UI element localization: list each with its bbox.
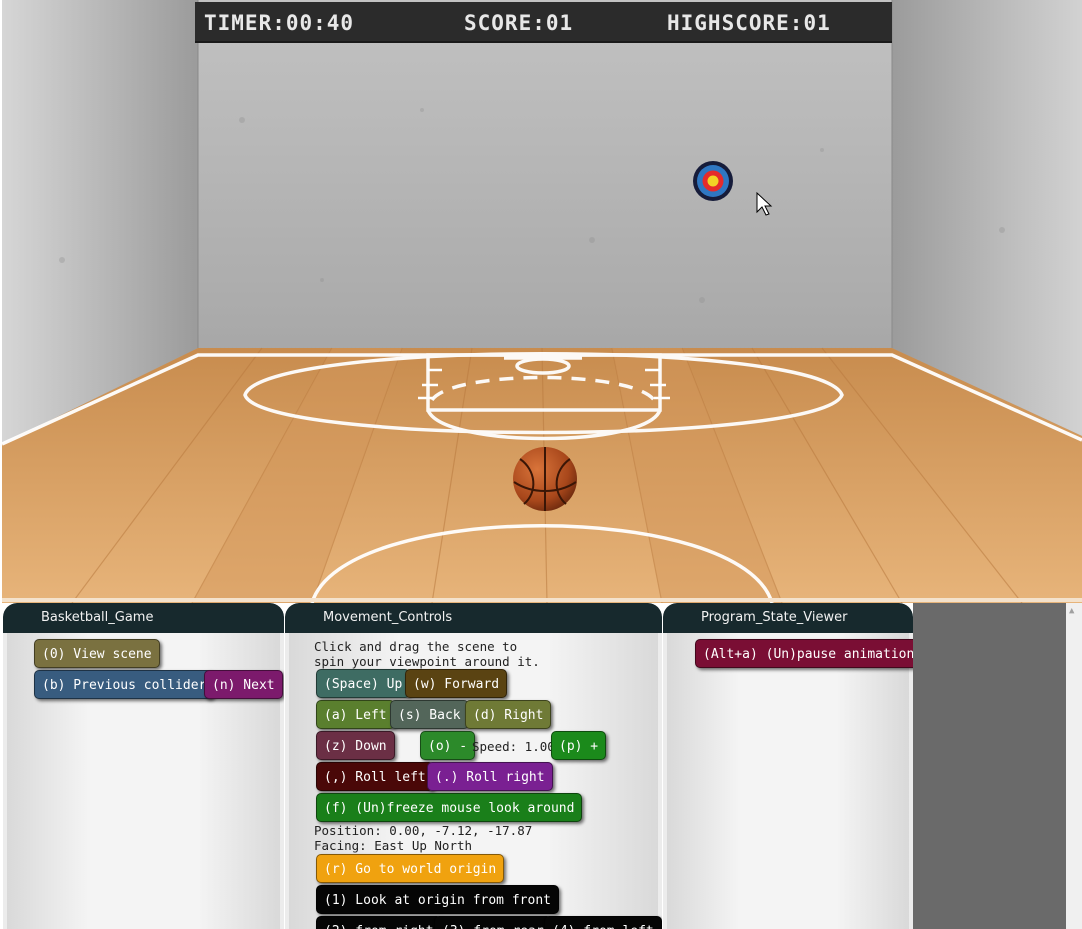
speed-up-button[interactable]: (p) + [551, 731, 607, 760]
speed-down-button[interactable]: (o) - [420, 731, 476, 760]
scene-graphics [2, 0, 1082, 603]
roll-left-button[interactable]: (,) Roll left [316, 762, 434, 791]
move-up-button[interactable]: (Space) Up [316, 669, 411, 698]
panel-title: Basketball_Game [3, 603, 284, 633]
timer-label: TIMER: [204, 11, 286, 35]
scroll-up-arrow-icon[interactable]: ▲ [1069, 606, 1074, 616]
move-left-button[interactable]: (a) Left [316, 700, 395, 729]
program-state-viewer-panel: Program_State_Viewer (Alt+a) (Un)pause a… [663, 603, 913, 929]
help-text-line1: Click and drag the scene to [314, 639, 518, 654]
freeze-mouse-look-button[interactable]: (f) (Un)freeze mouse look around [316, 793, 583, 822]
position-readout: Position: 0.00, -7.12, -17.87 [314, 823, 533, 838]
basketball-game-panel: Basketball_Game (0) View scene (b) Previ… [3, 603, 284, 929]
panel-title: Movement_Controls [285, 603, 662, 633]
look-front-button[interactable]: (1) Look at origin from front [316, 885, 559, 914]
game-canvas[interactable]: TIMER:00:40 SCORE:01 HIGHSCORE:01 [2, 0, 1082, 603]
panel-body [667, 633, 909, 929]
score-display: SCORE:01 [464, 11, 573, 35]
roll-right-button[interactable]: (.) Roll right [427, 762, 553, 791]
look-right-button[interactable]: (2) from right [316, 916, 442, 929]
look-rear-button[interactable]: (3) from rear [434, 916, 552, 929]
timer-value: 00:40 [285, 11, 355, 35]
previous-collider-button[interactable]: (b) Previous collider [34, 670, 215, 699]
page-scrollbar[interactable] [1066, 603, 1082, 929]
highscore-value: 01 [803, 11, 831, 35]
view-scene-button[interactable]: (0) View scene [34, 639, 160, 668]
world-origin-button[interactable]: (r) Go to world origin [316, 854, 505, 883]
timer-display: TIMER:00:40 [204, 11, 354, 35]
next-collider-button[interactable]: (n) Next [204, 670, 283, 699]
score-value: 01 [545, 11, 574, 35]
look-left-button[interactable]: (4) from left [544, 916, 662, 929]
speed-readout: Speed: 1.00 [472, 739, 555, 754]
facing-readout: Facing: East Up North [314, 838, 473, 853]
target-icon [693, 161, 733, 201]
movement-controls-panel: Movement_Controls Click and drag the sce… [285, 603, 662, 929]
highscore-label: HIGHSCORE: [667, 11, 804, 35]
empty-panel-area [913, 603, 1066, 929]
panel-title: Program_State_Viewer [663, 603, 913, 633]
move-forward-button[interactable]: (w) Forward [405, 669, 508, 698]
basketball-icon[interactable] [513, 447, 577, 511]
score-label: SCORE: [464, 11, 546, 35]
move-back-button[interactable]: (s) Back [390, 700, 469, 729]
highscore-display: HIGHSCORE:01 [667, 11, 831, 35]
help-text-line2: spin your viewpoint around it. [314, 654, 540, 669]
move-down-button[interactable]: (z) Down [316, 731, 395, 760]
move-right-button[interactable]: (d) Right [465, 700, 552, 729]
pause-animation-button[interactable]: (Alt+a) (Un)pause animation [695, 639, 913, 668]
score-hud: TIMER:00:40 SCORE:01 HIGHSCORE:01 [195, 2, 892, 43]
